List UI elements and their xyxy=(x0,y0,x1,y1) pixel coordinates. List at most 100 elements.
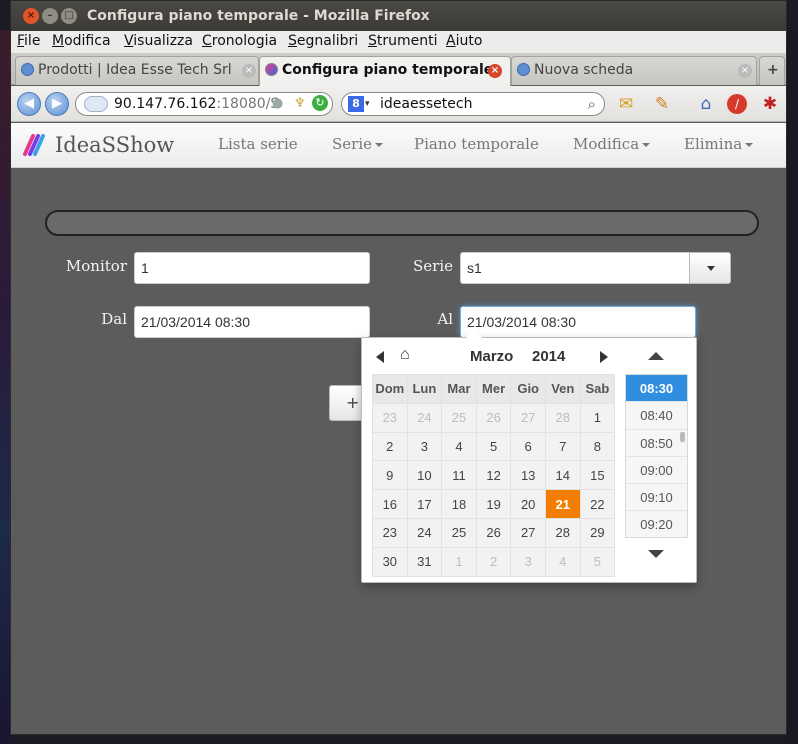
calendar-day[interactable]: 8 xyxy=(579,431,616,462)
time-list-scrollbar[interactable] xyxy=(680,432,685,442)
serie-dropdown-button[interactable] xyxy=(689,252,731,284)
calendar-day[interactable]: 12 xyxy=(475,460,512,491)
calendar-day-selected[interactable]: 21 xyxy=(544,489,581,519)
time-option[interactable]: 09:00 xyxy=(626,456,687,485)
menu-modifica[interactable]: Modifica xyxy=(52,33,111,49)
back-icon[interactable]: ◀ xyxy=(17,92,41,116)
search-engine-icon[interactable]: 8 xyxy=(348,96,364,112)
pdf-addon-icon[interactable]: / xyxy=(727,94,747,114)
calendar-day[interactable]: 24 xyxy=(406,517,443,548)
forward-icon[interactable]: ▶ xyxy=(45,92,69,116)
calendar-day[interactable]: 28 xyxy=(544,517,581,548)
calendar-day[interactable]: 11 xyxy=(441,460,477,491)
calendar-day[interactable]: 23 xyxy=(372,517,408,548)
maximize-window-button[interactable]: □ xyxy=(61,8,77,24)
addon-icon[interactable]: ✉ xyxy=(615,93,637,115)
calendar-day[interactable]: 16 xyxy=(372,489,408,519)
nav-modifica[interactable]: Modifica xyxy=(573,135,651,153)
calendar-day: 3 xyxy=(510,546,546,577)
nav-serie[interactable]: Serie xyxy=(332,135,383,153)
calendar-day: 2 xyxy=(475,546,512,577)
time-scroll-up-icon[interactable] xyxy=(648,352,664,360)
time-option[interactable]: 09:20 xyxy=(626,511,687,537)
calendar-day[interactable]: 6 xyxy=(510,431,546,462)
time-option[interactable]: 09:10 xyxy=(626,484,687,512)
edit-pencil-icon[interactable]: ✎ xyxy=(651,93,673,115)
brand[interactable]: IdeaSShow xyxy=(21,132,174,158)
nav-elimina[interactable]: Elimina xyxy=(684,135,754,153)
calendar-day[interactable]: 1 xyxy=(579,402,616,433)
calendar-day[interactable]: 10 xyxy=(406,460,443,491)
time-option[interactable]: 08:40 xyxy=(626,402,687,430)
time-scroll-down-icon[interactable] xyxy=(648,550,664,558)
reload-icon[interactable]: ↻ xyxy=(312,95,328,111)
calendar-week-row: 23 24 25 26 27 28 29 xyxy=(372,517,616,548)
url-bar[interactable]: 90.147.76.162:18080/S ● ♆ ↻ xyxy=(75,92,333,116)
tab-nuova-scheda[interactable]: Nuova scheda × xyxy=(511,56,757,85)
close-tab-icon[interactable]: × xyxy=(488,64,502,78)
calendar-day[interactable]: 20 xyxy=(510,489,546,519)
time-option-selected[interactable]: 08:30 xyxy=(626,375,687,403)
search-bar[interactable]: 8 ▾ ideaessetech ⌕ xyxy=(341,92,605,116)
calendar-day[interactable]: 18 xyxy=(441,489,477,519)
calendar-day[interactable]: 17 xyxy=(406,489,443,519)
new-tab-button[interactable]: + xyxy=(759,56,785,85)
time-option[interactable]: 08:50 xyxy=(626,429,687,457)
menu-file[interactable]: File xyxy=(17,33,40,49)
calendar-day[interactable]: 5 xyxy=(475,431,512,462)
weekday-header: Mer xyxy=(475,374,512,404)
calendar-day[interactable]: 14 xyxy=(544,460,581,491)
close-tab-icon[interactable]: × xyxy=(242,64,256,78)
serie-select[interactable]: s1 xyxy=(460,252,690,284)
tab-bar: Prodotti | Idea Esse Tech Srl × Configur… xyxy=(11,53,786,86)
calendar-day[interactable]: 3 xyxy=(406,431,443,462)
al-datetime-input[interactable]: 21/03/2014 08:30 xyxy=(460,306,696,338)
calendar-day: 24 xyxy=(406,402,443,433)
calendar-day[interactable]: 2 xyxy=(372,431,408,462)
calendar-day[interactable]: 27 xyxy=(510,517,546,548)
search-engine-dropdown-icon[interactable]: ▾ xyxy=(365,93,370,115)
menu-cronologia[interactable]: Cronologia xyxy=(202,33,277,49)
year-label[interactable]: 2014 xyxy=(532,348,565,365)
calendar-day[interactable]: 4 xyxy=(441,431,477,462)
menu-visualizza[interactable]: Visualizza xyxy=(124,33,193,49)
menu-strumenti[interactable]: Strumenti xyxy=(368,33,438,49)
monitor-input[interactable]: 1 xyxy=(134,252,370,284)
site-identity-icon[interactable] xyxy=(84,96,108,112)
calendar-day[interactable]: 25 xyxy=(441,517,477,548)
home-icon[interactable]: ⌂ xyxy=(695,93,717,115)
nav-lista-serie[interactable]: Lista serie xyxy=(218,135,298,153)
menu-aiuto[interactable]: Aiuto xyxy=(446,33,482,49)
tab-prodotti[interactable]: Prodotti | Idea Esse Tech Srl × xyxy=(15,56,259,85)
next-month-icon[interactable] xyxy=(600,351,608,363)
nav-piano-temporale[interactable]: Piano temporale xyxy=(414,135,539,153)
search-icon[interactable]: ⌕ xyxy=(588,93,596,115)
calendar-day[interactable]: 26 xyxy=(475,517,512,548)
calendar-day[interactable]: 22 xyxy=(579,489,616,519)
calendar-day[interactable]: 30 xyxy=(372,546,408,577)
calendar-day[interactable]: 13 xyxy=(510,460,546,491)
calendar-day[interactable]: 15 xyxy=(579,460,616,491)
close-tab-icon[interactable]: × xyxy=(738,64,752,78)
url-rest: :18080/S xyxy=(216,96,280,112)
dal-datetime-input[interactable]: 21/03/2014 08:30 xyxy=(134,306,370,338)
close-window-button[interactable]: × xyxy=(23,8,39,24)
prev-month-icon[interactable] xyxy=(376,351,384,363)
url-host: 90.147.76.162 xyxy=(114,96,217,112)
calendar-day[interactable]: 19 xyxy=(475,489,512,519)
calendar-day[interactable]: 7 xyxy=(544,431,581,462)
bug-addon-icon[interactable]: ✱ xyxy=(759,93,781,115)
month-label[interactable]: Marzo xyxy=(470,348,513,365)
bookmark-star-icon[interactable]: ● xyxy=(272,93,283,115)
tab-configura[interactable]: Configura piano temporale × xyxy=(259,56,511,86)
location-icon[interactable]: ♆ xyxy=(294,93,306,115)
calendar-day[interactable]: 9 xyxy=(372,460,408,491)
menu-segnalibri[interactable]: Segnalibri xyxy=(288,33,358,49)
minimize-window-button[interactable]: – xyxy=(42,8,58,24)
calendar-day[interactable]: 29 xyxy=(579,517,616,548)
calendar-day[interactable]: 31 xyxy=(406,546,443,577)
site-icon xyxy=(517,63,530,76)
window-title: Configura piano temporale - Mozilla Fire… xyxy=(87,8,430,24)
today-home-icon[interactable]: ⌂ xyxy=(400,347,410,363)
app-navbar: IdeaSShow Lista serie Serie Piano tempor… xyxy=(11,123,786,168)
